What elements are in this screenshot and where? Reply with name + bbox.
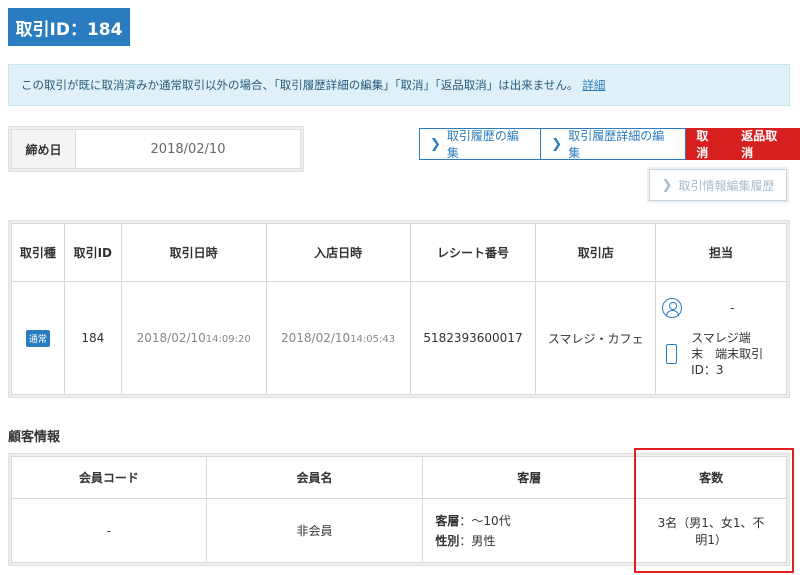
cell-store: スマレジ・カフェ: [535, 281, 657, 395]
col-header-staff: 担当: [655, 223, 787, 282]
table-row: 通常 184 2018/02/1014:09:20 2018/02/1014:0…: [11, 281, 787, 395]
cell-entry: 2018/02/1014:05:43: [265, 281, 411, 395]
info-history-wrap: ❯ 取引情報編集履歴: [647, 167, 789, 203]
col-header-entry: 入店日時: [265, 223, 411, 282]
terminal-info: スマレジ端 末 端末取引 ID：3: [691, 331, 764, 377]
col-header-member-name: 会員名: [205, 456, 424, 499]
chevron-right-icon: ❯: [430, 136, 441, 152]
customer-section-title: 顧客情報: [8, 430, 61, 445]
smartphone-icon: [666, 344, 678, 364]
closing-date-value: 2018/02/10: [150, 141, 226, 157]
col-header-datetime: 取引日時: [120, 223, 267, 282]
cell-staff: - スマレジ端 末 端末取引 ID：3: [655, 281, 787, 395]
chevron-right-icon: ❯: [661, 177, 673, 193]
col-header-store: 取引店: [535, 223, 657, 282]
action-buttons: ❯ 取引履歴の編集 ❯ 取引履歴詳細の編集 取消 返品取消: [419, 128, 800, 160]
cell-tier: 客層：〜10代 性別：男性: [422, 498, 637, 563]
cell-datetime: 2018/02/1014:09:20: [120, 281, 267, 395]
edit-history-button[interactable]: ❯ 取引履歴の編集: [419, 128, 542, 160]
cancel-button[interactable]: 取消: [686, 128, 732, 160]
highlight-box: [634, 448, 794, 573]
closing-date-label: 締め日: [12, 130, 76, 168]
return-cancel-button[interactable]: 返品取消: [731, 128, 800, 160]
col-header-id: 取引ID: [63, 223, 122, 282]
notice-box: この取引が既に取消済みか通常取引以外の場合、「取引履歴詳細の編集」「取消」「返品…: [8, 64, 790, 106]
cell-member-name: 非会員: [205, 498, 424, 563]
closing-date-box: 締め日 2018/02/10: [8, 126, 304, 172]
page-title: 取引ID：184: [8, 8, 130, 46]
cell-member-code: -: [11, 498, 207, 563]
notice-detail-link[interactable]: 詳細: [582, 77, 605, 93]
cell-type: 通常: [11, 281, 65, 395]
transaction-table: 取引種 取引ID 取引日時 入店日時 レシート番号 取引店 担当 通常 184 …: [11, 223, 787, 395]
table-header-row: 取引種 取引ID 取引日時 入店日時 レシート番号 取引店 担当: [11, 223, 787, 282]
staff-name: -: [730, 301, 735, 315]
transaction-table-wrap: 取引種 取引ID 取引日時 入店日時 レシート番号 取引店 担当 通常 184 …: [8, 220, 790, 398]
col-header-type: 取引種: [11, 223, 65, 282]
cell-id: 184: [63, 281, 122, 395]
notice-text: この取引が既に取消済みか通常取引以外の場合、「取引履歴詳細の編集」「取消」「返品…: [21, 78, 579, 92]
cell-receipt: 5182393600017: [409, 281, 537, 395]
type-badge: 通常: [25, 329, 50, 347]
info-history-button[interactable]: ❯ 取引情報編集履歴: [649, 169, 787, 201]
edit-detail-button[interactable]: ❯ 取引履歴詳細の編集: [541, 128, 687, 160]
col-header-receipt: レシート番号: [409, 223, 537, 282]
col-header-tier: 客層: [422, 456, 637, 499]
col-header-member-code: 会員コード: [11, 456, 207, 499]
chevron-right-icon: ❯: [551, 136, 563, 152]
user-icon: [662, 298, 683, 318]
